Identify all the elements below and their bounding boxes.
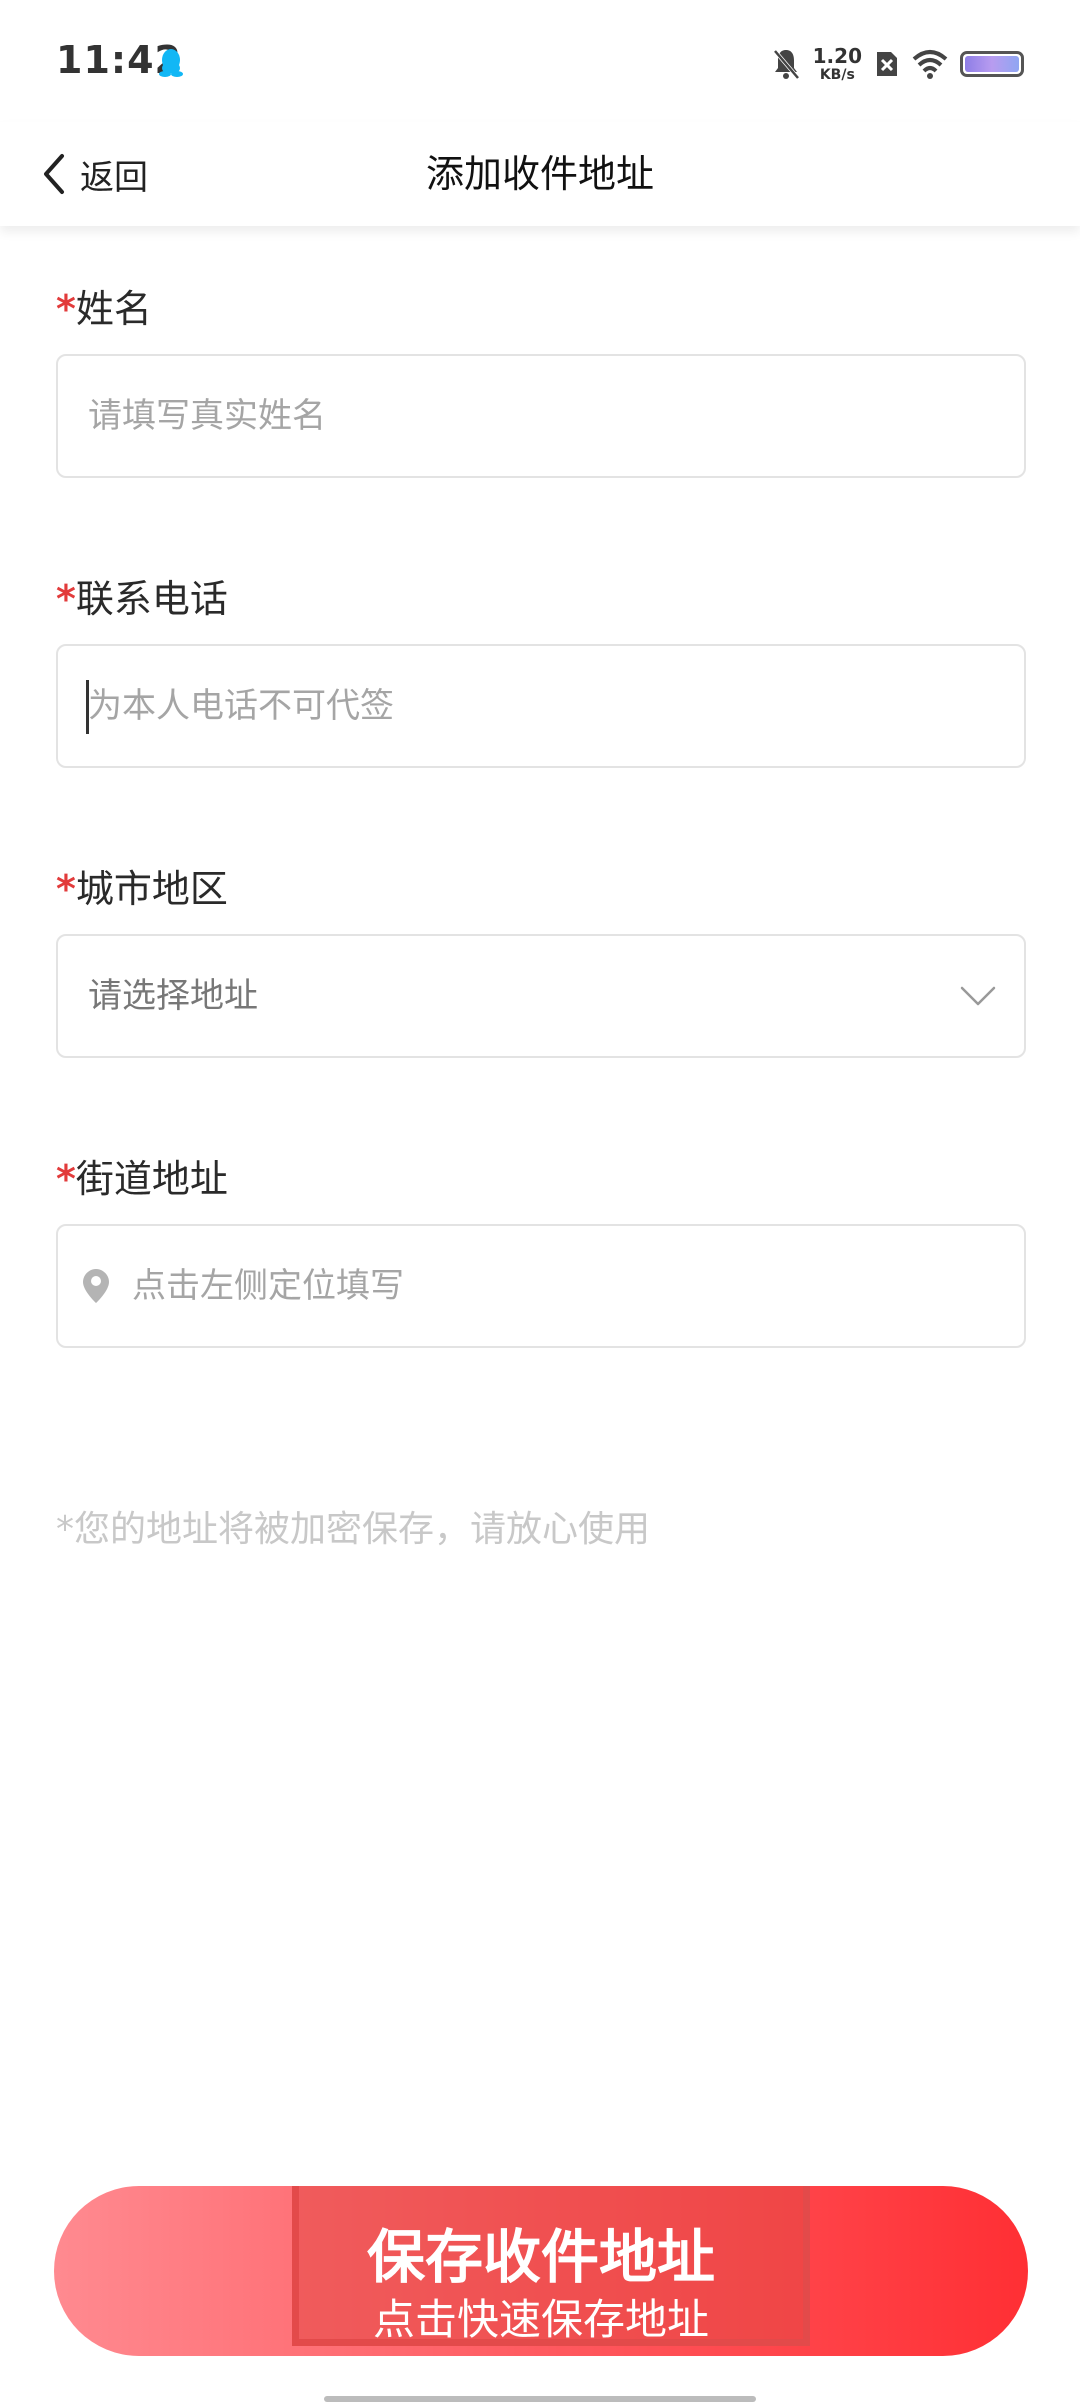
privacy-note: *您的地址将被加密保存，请放心使用 [56, 1509, 651, 1550]
no-sim-icon [877, 52, 897, 76]
qq-penguin-icon [159, 49, 183, 77]
city-select[interactable]: 请选择地址 [56, 934, 1026, 1058]
phone-field [56, 644, 1026, 768]
battery-level [965, 56, 1019, 72]
back-button[interactable]: 返回 [40, 138, 148, 210]
name-input[interactable] [88, 356, 994, 476]
chevron-left-icon [44, 154, 64, 194]
phone-label-text: 联系电话 [75, 577, 228, 621]
street-label-text: 街道地址 [75, 1157, 228, 1201]
wifi-icon [912, 50, 948, 79]
location-pin-icon[interactable] [82, 1268, 110, 1304]
city-label: *城市地区 [56, 858, 228, 913]
name-label: *姓名 [56, 278, 152, 333]
phone-input[interactable] [88, 646, 994, 766]
network-speed: 1.20 KB/s [813, 46, 862, 82]
name-field [56, 354, 1026, 478]
required-mark: * [56, 867, 76, 911]
required-mark: * [56, 287, 76, 331]
street-label: *街道地址 [56, 1148, 228, 1203]
save-button-title: 保存收件地址 [366, 2223, 715, 2291]
street-field [56, 1224, 1026, 1348]
status-icons: 1.20 KB/s [771, 40, 1024, 88]
navigation-header: 返回 添加收件地址 [0, 122, 1080, 226]
bell-muted-icon [773, 49, 800, 80]
page-title: 添加收件地址 [425, 152, 654, 196]
chevron-down-icon [960, 986, 996, 1006]
city-select-placeholder: 请选择地址 [88, 976, 258, 1016]
network-speed-unit: KB/s [819, 67, 855, 83]
network-speed-value: 1.20 [812, 44, 862, 68]
save-address-button[interactable]: 保存收件地址 点击快速保存地址 [54, 2186, 1028, 2356]
home-indicator[interactable] [324, 2396, 756, 2402]
required-mark: * [56, 577, 76, 621]
required-mark: * [56, 1157, 76, 1201]
text-cursor [86, 680, 89, 734]
phone-label: *联系电话 [56, 568, 228, 623]
city-label-text: 城市地区 [75, 867, 228, 911]
name-label-text: 姓名 [75, 287, 152, 331]
status-bar: 11:42 1.20 KB/s [0, 0, 1080, 122]
back-label: 返回 [80, 157, 148, 198]
battery-icon [960, 51, 1024, 77]
street-input[interactable] [132, 1226, 994, 1346]
save-button-subtitle: 点击快速保存地址 [372, 2295, 709, 2344]
